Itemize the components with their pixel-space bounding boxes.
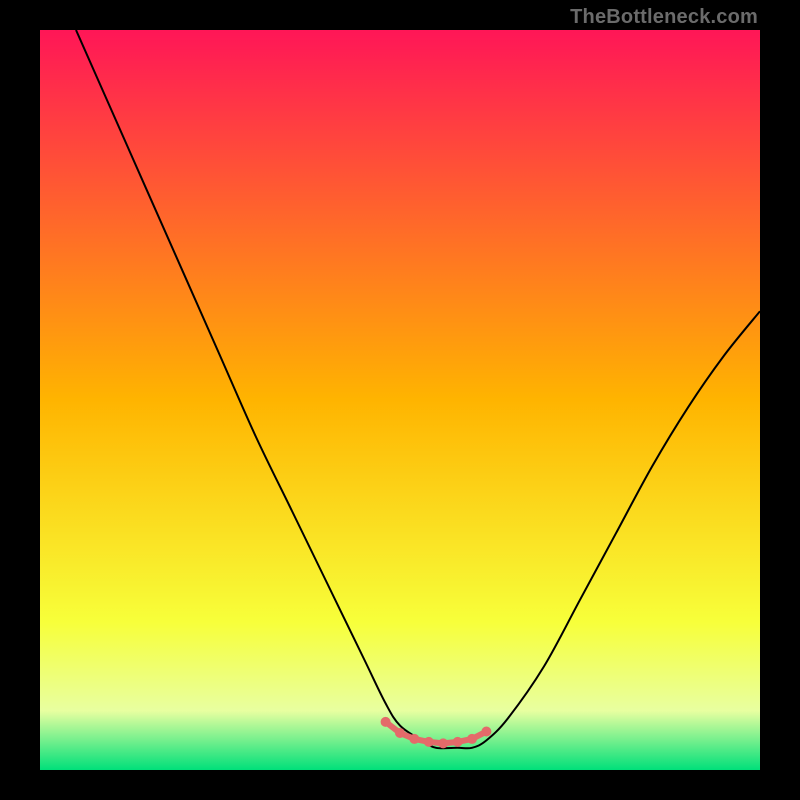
chart-svg	[40, 30, 760, 770]
series-optimal-band-point	[381, 717, 391, 727]
series-optimal-band-point	[481, 727, 491, 737]
chart-frame: TheBottleneck.com	[0, 0, 800, 800]
series-optimal-band-point	[424, 737, 434, 747]
series-optimal-band-point	[438, 738, 448, 748]
watermark-text: TheBottleneck.com	[570, 6, 758, 29]
series-optimal-band-point	[467, 734, 477, 744]
series-optimal-band-point	[453, 737, 463, 747]
chart-background	[40, 30, 760, 770]
series-optimal-band-point	[395, 728, 405, 738]
chart-plot-area	[40, 30, 760, 770]
series-optimal-band-point	[409, 734, 419, 744]
